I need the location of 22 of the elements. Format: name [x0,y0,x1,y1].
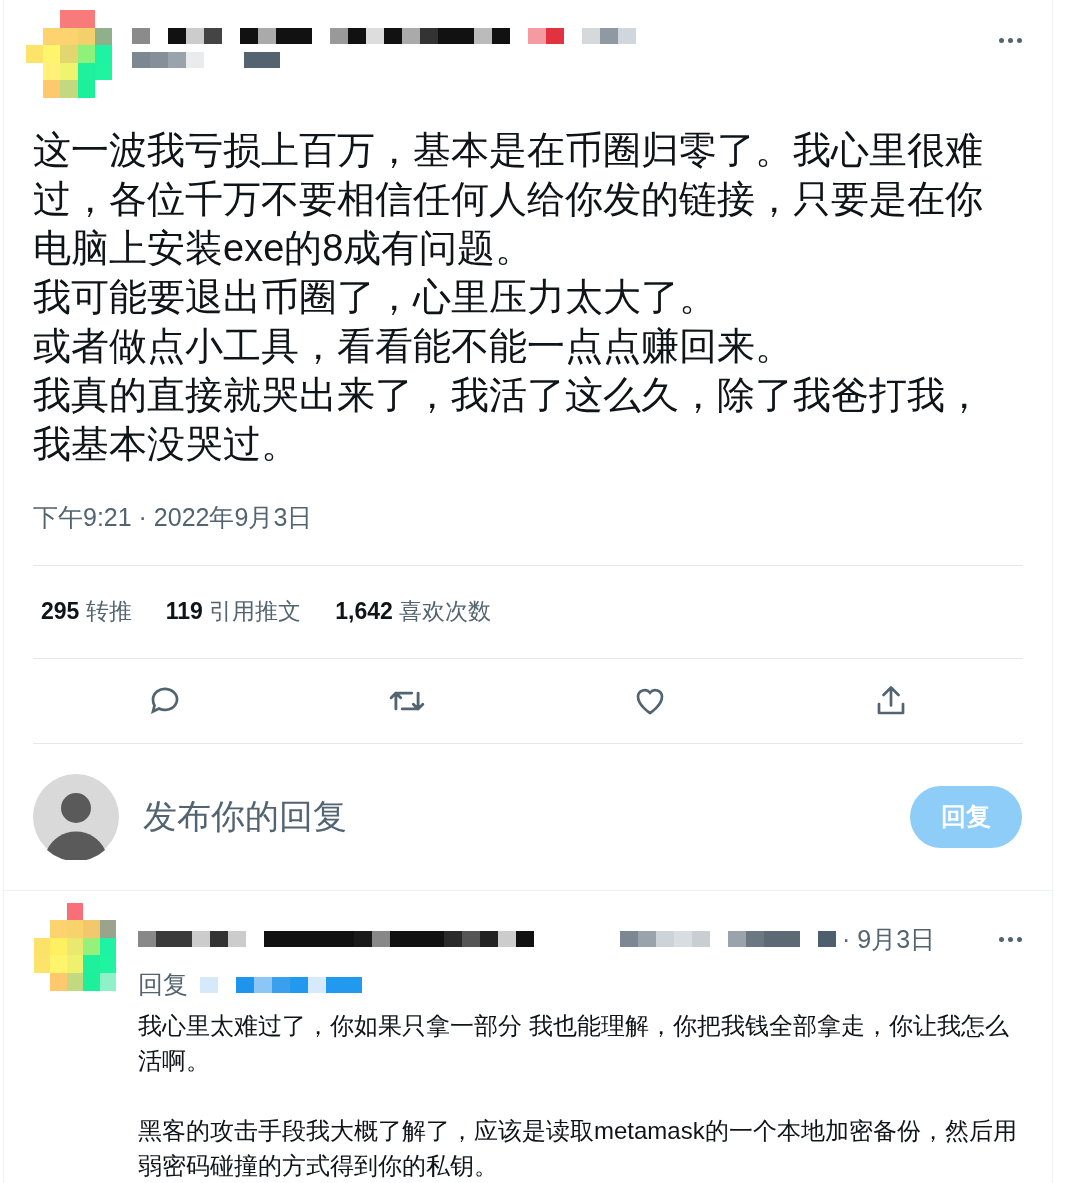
tweet-text: 我真的直接就哭出来了，我活了这么久，除了我爸打我，我基本没哭过。 [33,373,984,467]
redacted-handle-drawing [728,931,800,948]
tweet-text: 这一波我亏损上百万，基本是在币圈归零了。我心里很难过，各位千万不要相信任何人给你发的链接，只要是在你电脑上安装exe的8成有问题。 [33,128,984,271]
redacted-handle-drawing [132,52,204,68]
redacted-handle-drawing [818,931,836,948]
redacted-name-drawing [240,28,312,44]
user-avatar-icon [33,773,119,860]
reply-date: · 9月3日 [842,923,936,955]
engagement-stat[interactable]: 1,642 喜欢次数 [335,594,492,629]
engagement-stat[interactable]: 119 引用推文 [165,594,302,629]
redacted-name-drawing [528,28,564,44]
more-options-icon[interactable] [999,936,1022,942]
tweet-text: 我可能要退出币圈了，心里压力太大了。 [33,275,718,320]
reply-text: 黑客的攻击手段我大概了解了，应该是读取metamask的一个本地加密备份，然后用弱密码碰撞的方式得到你的私钥。 [138,1115,1018,1181]
engagement-stat[interactable]: 295 转推 [41,594,132,629]
reply-text: 我心里太难过了，你如果只拿一部分 我也能理解，你把我钱全部拿走，你让我怎么活啊。 [138,1010,1010,1076]
tweet-timestamp: 下午9:21 · 2022年9月3日 [32,502,314,533]
redacted-name-drawing [582,28,636,44]
more-options-icon[interactable] [999,38,1022,43]
tweet-text: 或者做点小工具，看看能不能一点点赚回来。 [33,324,794,369]
redacted-handle-drawing [244,52,280,68]
replying-to-label: 回复 [138,969,188,1000]
